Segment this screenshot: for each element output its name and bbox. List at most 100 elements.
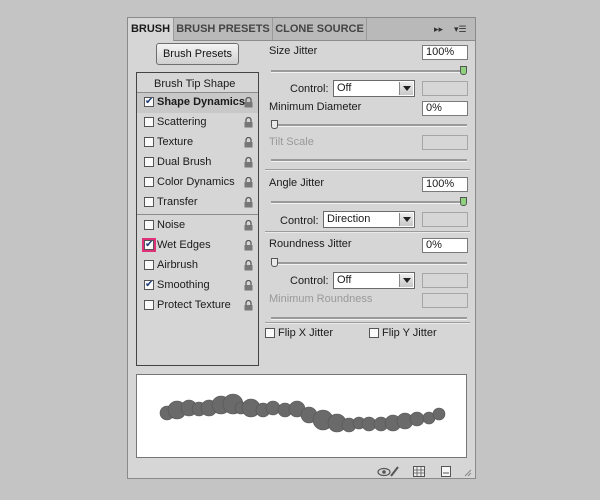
flip-x-jitter-checkbox[interactable] (265, 328, 275, 338)
roundness-control-dropdown[interactable]: Off (333, 272, 415, 289)
dropdown-value: Off (337, 82, 352, 94)
list-item-label: Color Dynamics (157, 176, 235, 188)
tab-clone-source[interactable]: CLONE SOURCE (273, 18, 367, 40)
tab-brush[interactable]: BRUSH (128, 18, 174, 41)
new-preset-icon[interactable] (440, 466, 452, 477)
lock-icon[interactable] (244, 97, 253, 108)
list-item-label: Airbrush (157, 259, 198, 271)
minimum-roundness-slider (271, 314, 467, 322)
brush-presets-button[interactable]: Brush Presets (156, 43, 239, 65)
list-item-label: Wet Edges (157, 239, 211, 251)
scattering-checkbox[interactable] (144, 117, 154, 127)
list-item-noise[interactable]: Noise (137, 216, 258, 236)
slider-thumb[interactable] (460, 197, 467, 206)
tilt-scale-field (422, 135, 468, 150)
slider-thumb[interactable] (271, 258, 278, 267)
slider-track (271, 201, 467, 204)
angle-control-dropdown[interactable]: Direction (323, 211, 415, 228)
transfer-checkbox[interactable] (144, 197, 154, 207)
tilt-scale-slider (271, 156, 467, 164)
color-dynamics-checkbox[interactable] (144, 177, 154, 187)
dual-brush-checkbox[interactable] (144, 157, 154, 167)
dropdown-value: Direction (327, 213, 371, 225)
brush-stroke-preview (136, 374, 467, 458)
slider-thumb[interactable] (460, 66, 467, 75)
slider-thumb[interactable] (271, 120, 278, 129)
lock-icon[interactable] (244, 260, 253, 271)
list-item-wet-edges[interactable]: ✔ Wet Edges (137, 236, 258, 256)
control-label: Control: (290, 83, 329, 95)
lock-icon[interactable] (244, 240, 253, 251)
chevron-down-icon[interactable] (399, 213, 413, 226)
wet-edges-checkbox[interactable]: ✔ (144, 240, 154, 250)
smoothing-checkbox[interactable]: ✔ (144, 280, 154, 290)
list-item-dual-brush[interactable]: Dual Brush (137, 153, 258, 173)
tab-brush-presets[interactable]: BRUSH PRESETS (174, 18, 273, 40)
list-item-label: Transfer (157, 196, 198, 208)
stroke-preview-image (159, 393, 446, 433)
lock-icon[interactable] (244, 220, 253, 231)
size-control-value-field (422, 81, 468, 96)
brush-options-list: Brush Tip Shape ✔ Shape Dynamics Scatter… (136, 72, 259, 366)
list-item-scattering[interactable]: Scattering (137, 113, 258, 133)
list-item-airbrush[interactable]: Airbrush (137, 256, 258, 276)
list-item-protect-texture[interactable]: Protect Texture (137, 296, 258, 316)
roundness-jitter-slider[interactable] (271, 258, 467, 267)
flip-x-jitter-label: Flip X Jitter (278, 327, 334, 339)
panel-grid-icon[interactable] (413, 466, 425, 477)
list-item-label: Noise (157, 219, 186, 231)
minimum-diameter-field[interactable]: 0% (422, 101, 468, 116)
size-jitter-field[interactable]: 100% (422, 45, 468, 60)
protect-texture-checkbox[interactable] (144, 300, 154, 310)
panel-footer (128, 466, 475, 478)
roundness-jitter-label: Roundness Jitter (269, 238, 352, 250)
list-item-label: Scattering (157, 116, 207, 128)
shape-dynamics-checkbox[interactable]: ✔ (144, 97, 154, 107)
section-divider (265, 169, 470, 171)
angle-jitter-field[interactable]: 100% (422, 177, 468, 192)
control-label: Control: (280, 215, 319, 227)
brush-tip-shape-item[interactable]: Brush Tip Shape (154, 78, 235, 90)
tab-bar: BRUSH BRUSH PRESETS CLONE SOURCE ▸▸ ▾☰ (128, 18, 475, 41)
lock-icon[interactable] (244, 137, 253, 148)
chevron-down-icon[interactable] (399, 82, 413, 95)
dropdown-value: Off (337, 274, 352, 286)
tilt-scale-label: Tilt Scale (269, 136, 314, 148)
lock-icon[interactable] (244, 300, 253, 311)
panel-menu-icon[interactable]: ▾☰ (454, 18, 467, 40)
list-item-color-dynamics[interactable]: Color Dynamics (137, 173, 258, 193)
minimum-roundness-field (422, 293, 468, 308)
list-item-texture[interactable]: Texture (137, 133, 258, 153)
minimum-roundness-label: Minimum Roundness (269, 293, 373, 305)
eye-brush-icon[interactable] (377, 466, 399, 477)
lock-icon[interactable] (244, 280, 253, 291)
list-item-label: Texture (157, 136, 194, 148)
flip-y-jitter-checkbox[interactable] (369, 328, 379, 338)
resize-grip-icon[interactable] (464, 469, 472, 477)
size-control-dropdown[interactable]: Off (333, 80, 415, 97)
section-divider (265, 231, 470, 233)
chevron-down-icon[interactable] (399, 274, 413, 287)
airbrush-checkbox[interactable] (144, 260, 154, 270)
list-item-label: Protect Texture (157, 299, 231, 311)
lock-icon[interactable] (244, 157, 253, 168)
roundness-jitter-field[interactable]: 0% (422, 238, 468, 253)
lock-icon[interactable] (244, 117, 253, 128)
slider-track (271, 262, 467, 265)
slider-track (271, 317, 467, 320)
list-item-label: Dual Brush (157, 156, 212, 168)
minimum-diameter-label: Minimum Diameter (269, 101, 362, 113)
list-item-smoothing[interactable]: ✔ Smoothing (137, 276, 258, 296)
size-jitter-slider[interactable] (271, 66, 467, 75)
list-item-shape-dynamics[interactable]: ✔ Shape Dynamics (137, 93, 258, 113)
lock-icon[interactable] (244, 197, 253, 208)
expand-icon[interactable]: ▸▸ (434, 18, 443, 40)
noise-checkbox[interactable] (144, 220, 154, 230)
angle-jitter-slider[interactable] (271, 197, 467, 206)
list-divider (137, 214, 258, 215)
section-divider (265, 322, 470, 324)
list-item-transfer[interactable]: Transfer (137, 193, 258, 213)
lock-icon[interactable] (244, 177, 253, 188)
texture-checkbox[interactable] (144, 137, 154, 147)
minimum-diameter-slider[interactable] (271, 120, 467, 129)
